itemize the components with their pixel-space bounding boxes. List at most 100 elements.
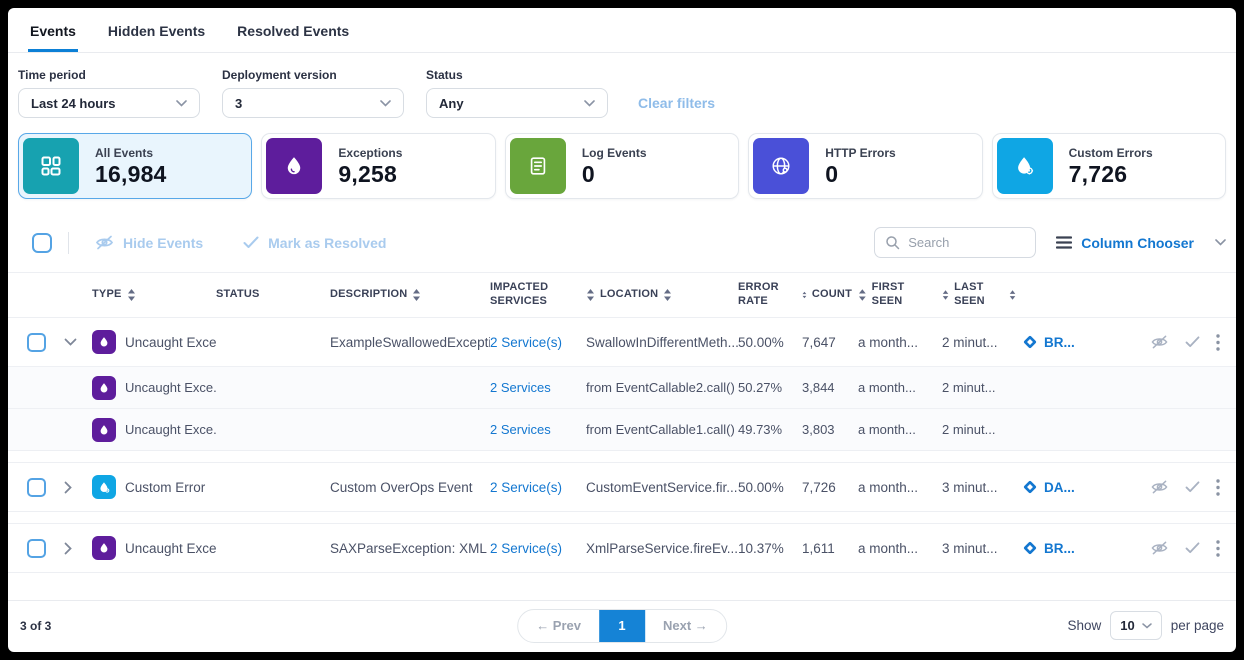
row-checkbox[interactable] (27, 539, 46, 558)
check-icon[interactable] (1185, 542, 1200, 554)
eye-off-icon[interactable] (1150, 479, 1169, 495)
search-icon (885, 235, 900, 250)
card-value: 0 (582, 161, 647, 188)
header-last-seen[interactable]: LAST SEEN (942, 281, 1022, 309)
row-checkbox[interactable] (27, 333, 46, 352)
header-location[interactable]: LOCATION (586, 288, 738, 302)
header-count[interactable]: COUNT (802, 288, 858, 302)
card-body: HTTP Errors 0 (809, 138, 895, 194)
check-icon (243, 236, 259, 249)
kebab-menu-icon[interactable] (1216, 479, 1220, 496)
header-label: FIRST SEEN (872, 281, 936, 309)
page-size-select[interactable]: 10 (1110, 611, 1161, 640)
event-location: XmlParseService.fireEv... (586, 541, 738, 556)
ticket-link[interactable]: BR... (1022, 540, 1098, 556)
ticket-label: BR... (1044, 541, 1075, 556)
sort-icon[interactable] (942, 289, 949, 301)
card-label: All Events (95, 146, 167, 160)
header-first-seen[interactable]: FIRST SEEN (858, 281, 942, 309)
check-icon[interactable] (1185, 481, 1200, 493)
chevron-down-icon (380, 100, 391, 107)
card-log-events[interactable]: Log Events 0 (505, 133, 739, 199)
ticket-link[interactable]: BR... (1022, 334, 1098, 350)
card-label: Custom Errors (1069, 146, 1153, 160)
sort-icon[interactable] (663, 289, 672, 301)
last-seen: 2 minut... (942, 422, 1022, 437)
card-label: Log Events (582, 146, 647, 160)
card-custom-errors[interactable]: Custom Errors 7,726 (992, 133, 1226, 199)
card-body: Log Events 0 (566, 138, 647, 194)
last-seen: 3 minut... (942, 541, 1022, 556)
kebab-menu-icon[interactable] (1216, 540, 1220, 557)
hide-events-button[interactable]: Hide Events (95, 234, 203, 251)
sort-icon[interactable] (412, 289, 421, 301)
impacted-services-link[interactable]: 2 Services (490, 422, 551, 437)
table-toolbar: Hide Events Mark as Resolved Column Choo… (8, 215, 1236, 272)
search-input[interactable] (908, 235, 1025, 250)
card-http-errors[interactable]: HTTP Errors 0 (748, 133, 982, 199)
tab-events[interactable]: Events (28, 8, 78, 52)
table-subrow[interactable]: Uncaught Exce... 2 Services from EventCa… (8, 366, 1236, 408)
ticket-link[interactable]: DA... (1022, 479, 1098, 495)
table-row[interactable]: Uncaught Exce... SAXParseException: XML … (8, 524, 1236, 572)
impacted-services-link[interactable]: 2 Service(s) (490, 541, 562, 556)
kebab-menu-icon[interactable] (1216, 334, 1220, 351)
column-chooser-button[interactable]: Column Chooser (1056, 235, 1226, 251)
sort-icon[interactable] (1009, 289, 1016, 301)
event-count: 3,803 (802, 422, 858, 437)
sort-icon[interactable] (586, 289, 595, 301)
next-page-button[interactable]: Next → (645, 610, 726, 642)
tab-hidden-events[interactable]: Hidden Events (106, 8, 207, 52)
table-subrow[interactable]: Uncaught Exce... 2 Services from EventCa… (8, 408, 1236, 450)
column-chooser-label: Column Chooser (1081, 235, 1194, 251)
error-rate: 50.27% (738, 380, 802, 395)
page-number-button[interactable]: 1 (599, 609, 645, 643)
sort-icon[interactable] (127, 289, 136, 301)
chevron-down-icon[interactable] (64, 338, 84, 346)
prev-page-button[interactable]: ← Prev (518, 610, 599, 642)
header-label: IMPACTED SERVICES (490, 281, 570, 309)
impacted-services-link[interactable]: 2 Service(s) (490, 335, 562, 350)
card-value: 7,726 (1069, 161, 1153, 188)
table-row[interactable]: Uncaught Exce... ExampleSwallowedExcepti… (8, 318, 1236, 366)
pagination: ← Prev 1 Next → (517, 609, 727, 643)
jira-icon (1022, 479, 1038, 495)
log-icon (510, 138, 566, 194)
sort-icon[interactable] (858, 289, 867, 301)
event-type: Uncaught Exce... (125, 422, 216, 437)
chevron-down-icon (1142, 623, 1152, 629)
clear-filters-button[interactable]: Clear filters (638, 95, 715, 111)
mark-resolved-button[interactable]: Mark as Resolved (243, 235, 386, 251)
header-error-rate[interactable]: ERROR RATE (738, 281, 786, 309)
card-exceptions[interactable]: Exceptions 9,258 (261, 133, 495, 199)
chevron-right-icon[interactable] (64, 542, 84, 555)
event-count: 7,726 (802, 480, 858, 495)
error-rate: 50.00% (738, 480, 802, 495)
error-rate: 10.37% (738, 541, 802, 556)
eye-off-icon[interactable] (1150, 334, 1169, 350)
impacted-services-link[interactable]: 2 Services (490, 380, 551, 395)
status-select[interactable]: Any (426, 88, 608, 118)
time-period-select[interactable]: Last 24 hours (18, 88, 200, 118)
check-icon[interactable] (1185, 336, 1200, 348)
card-body: All Events 16,984 (79, 138, 167, 194)
ticket-label: DA... (1044, 480, 1075, 495)
header-description[interactable]: DESCRIPTION (330, 288, 490, 302)
select-all-checkbox[interactable] (32, 233, 52, 253)
header-status[interactable]: STATUS (216, 288, 330, 302)
header-type[interactable]: TYPE (92, 288, 216, 302)
header-impacted-services[interactable]: IMPACTED SERVICES (490, 281, 576, 309)
sort-icon[interactable] (802, 289, 807, 301)
tab-resolved-events[interactable]: Resolved Events (235, 8, 351, 52)
event-description: ExampleSwallowedExceptio... (330, 335, 490, 350)
impacted-services-link[interactable]: 2 Service(s) (490, 480, 562, 495)
eye-off-icon[interactable] (1150, 540, 1169, 556)
chevron-right-icon[interactable] (64, 481, 84, 494)
card-all-events[interactable]: All Events 16,984 (18, 133, 252, 199)
status-value: Any (439, 96, 464, 111)
row-checkbox[interactable] (27, 478, 46, 497)
deployment-version-select[interactable]: 3 (222, 88, 404, 118)
event-location: SwallowInDifferentMeth... (586, 335, 738, 350)
toolbar-divider (68, 232, 69, 254)
table-row[interactable]: Custom Error Custom OverOps Event 2 Serv… (8, 463, 1236, 511)
